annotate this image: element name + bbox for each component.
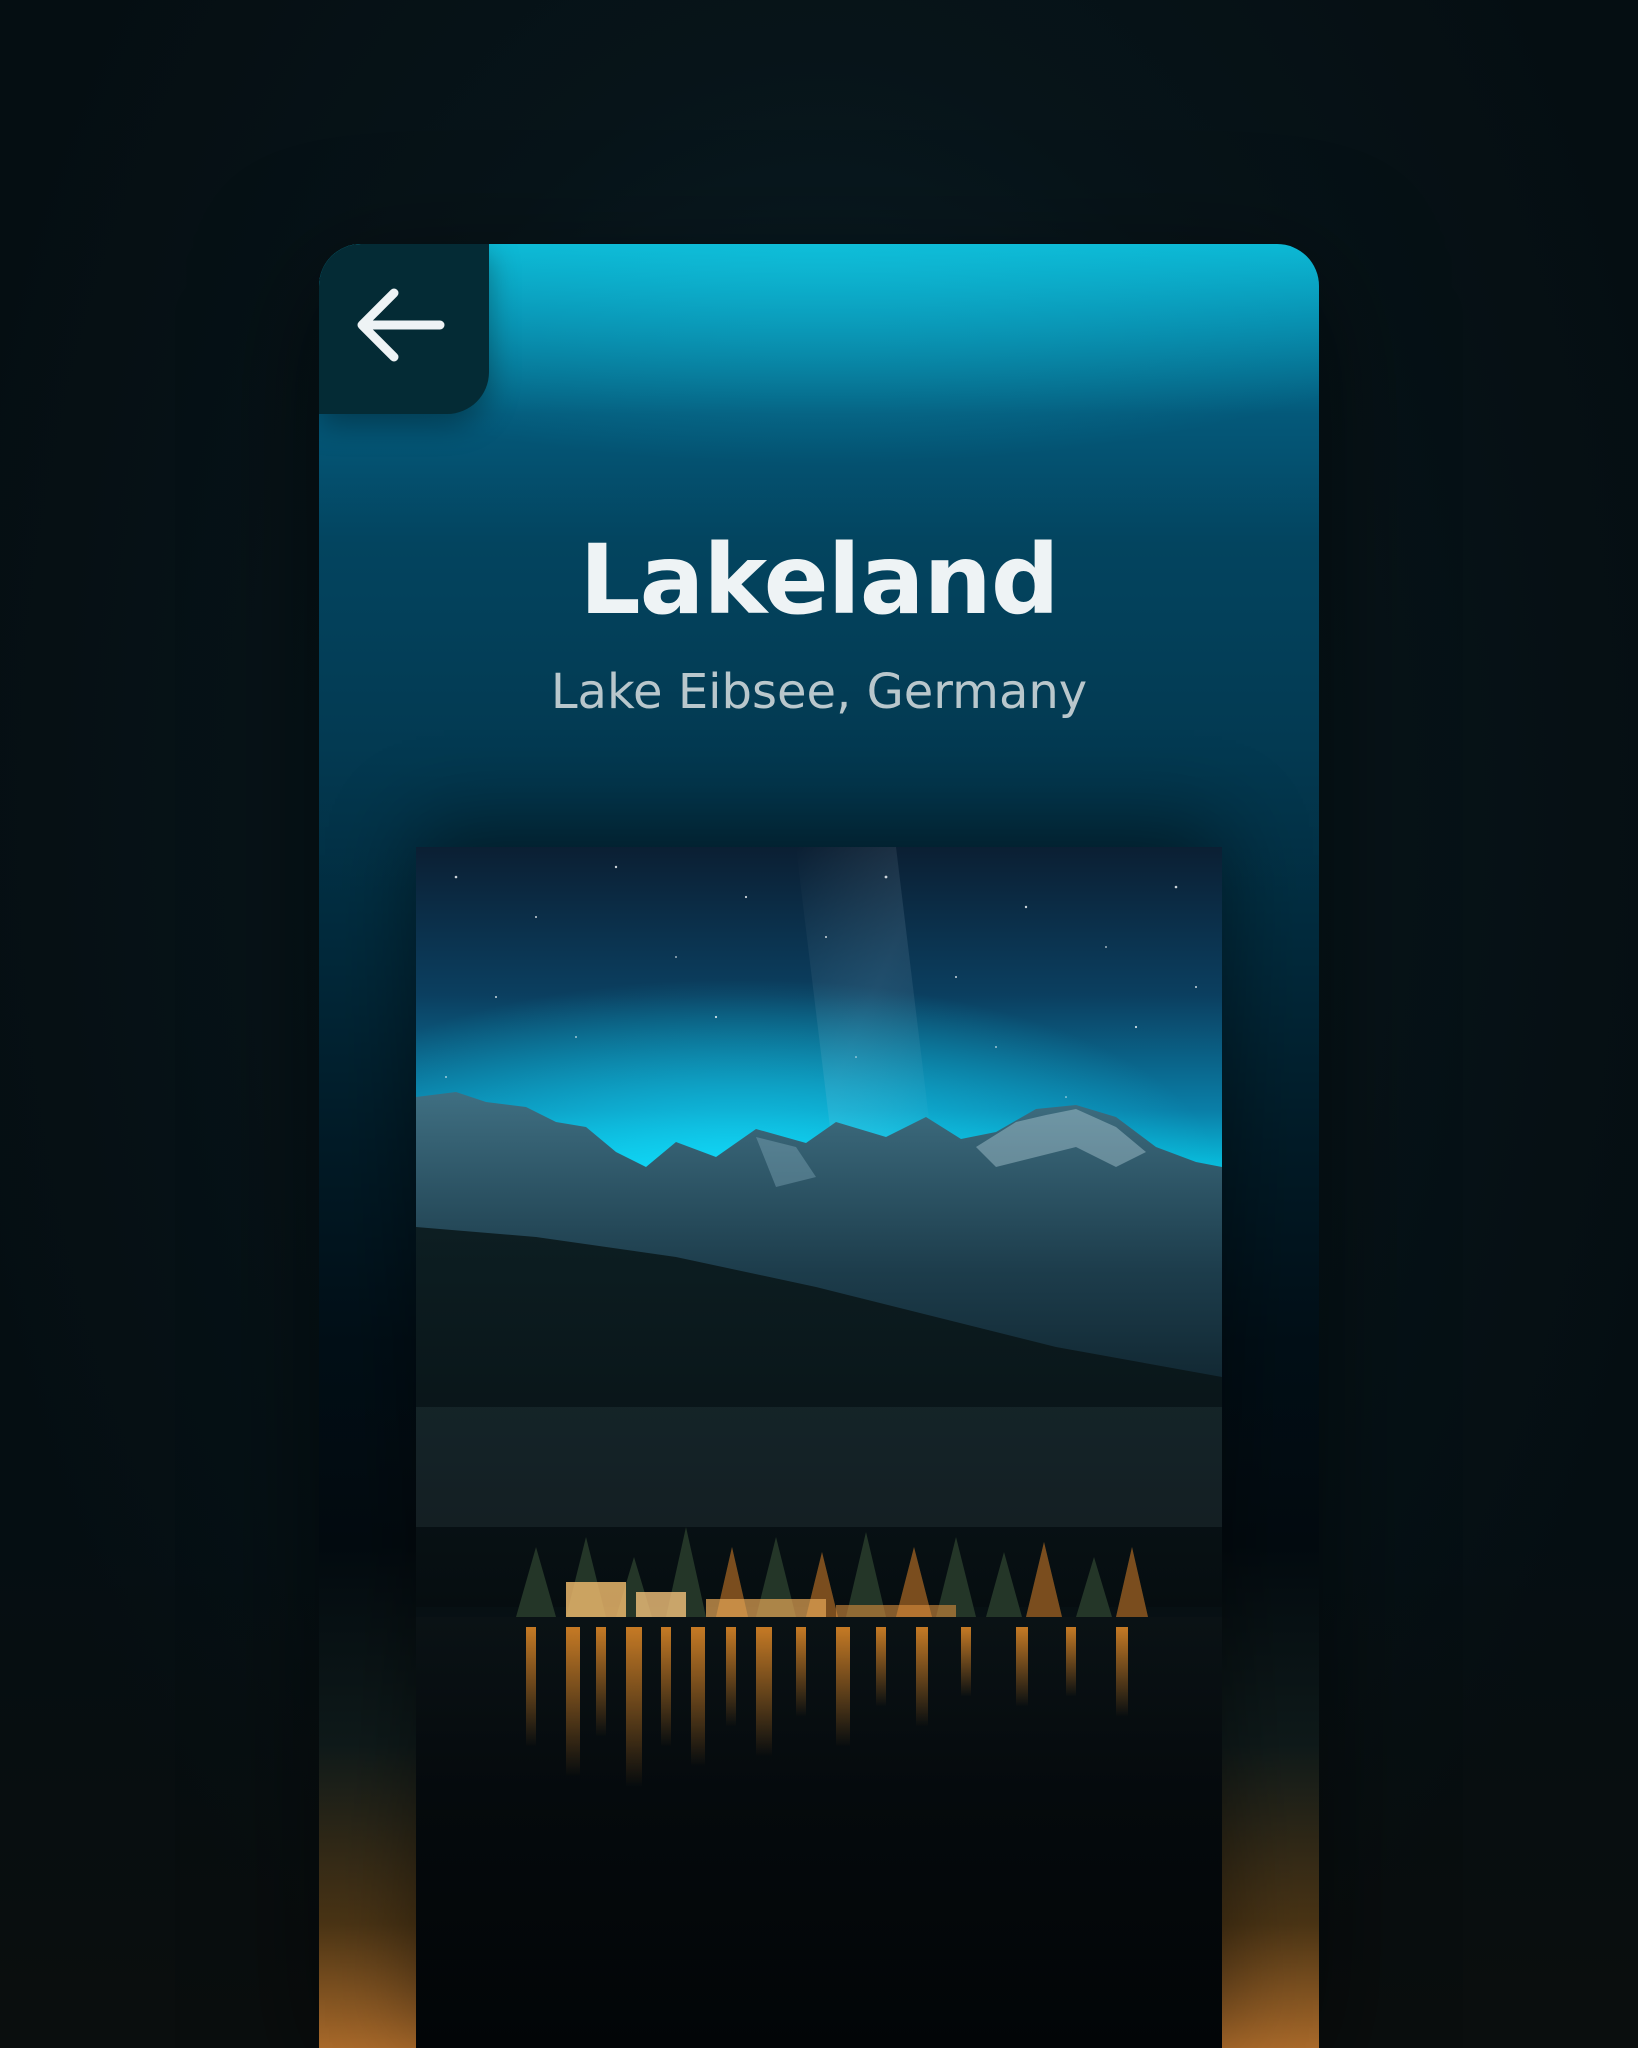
lake-eibsee-night-photo bbox=[416, 847, 1222, 2048]
arrow-left-icon bbox=[357, 288, 445, 362]
destination-title: Lakeland bbox=[579, 524, 1059, 636]
destination-card: Lakeland Lake Eibsee, Germany bbox=[319, 244, 1319, 2048]
back-button[interactable] bbox=[319, 244, 489, 414]
destination-location: Lake Eibsee, Germany bbox=[550, 664, 1088, 720]
